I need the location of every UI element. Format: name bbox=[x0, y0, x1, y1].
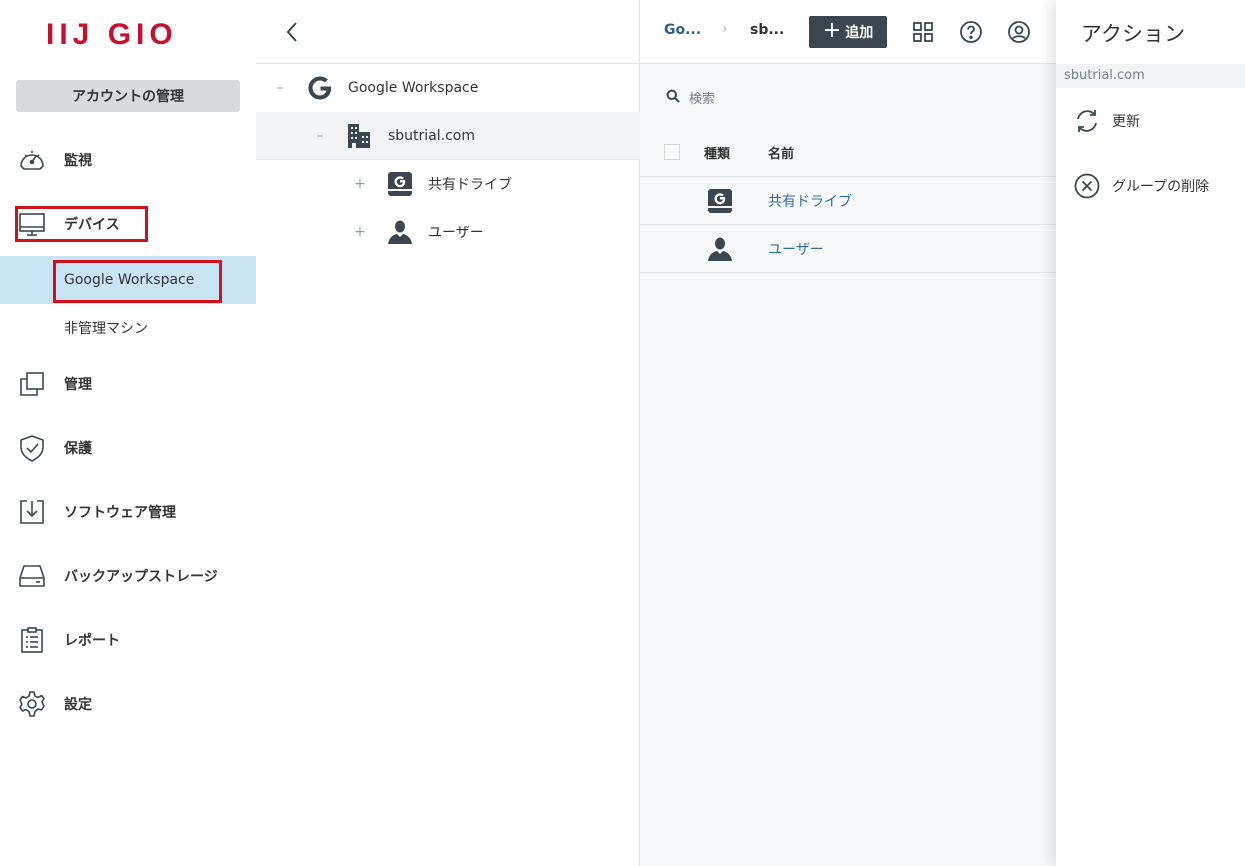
user-icon bbox=[708, 237, 732, 261]
table-row[interactable]: 共有ドライブ bbox=[640, 177, 1056, 225]
sidebar-item-management[interactable]: 管理 bbox=[0, 360, 256, 408]
chevron-left-icon[interactable] bbox=[280, 18, 304, 46]
tree-expand-toggle[interactable]: + bbox=[354, 176, 366, 192]
sidebar-item-settings[interactable]: 設定 bbox=[0, 680, 256, 728]
sidebar-subitem-unmanaged-machines[interactable]: 非管理マシン bbox=[0, 304, 256, 352]
sidebar-item-label: 設定 bbox=[64, 697, 92, 713]
breadcrumb-item[interactable]: Go... bbox=[664, 22, 701, 38]
add-button[interactable]: + 追加 bbox=[809, 16, 887, 48]
breadcrumb-item[interactable]: sb... bbox=[750, 22, 784, 38]
sidebar-item-label: ソフトウェア管理 bbox=[64, 505, 176, 521]
tree-expand-toggle[interactable]: + bbox=[354, 224, 366, 240]
tree-node-label: 共有ドライブ bbox=[428, 177, 512, 193]
tree-node-domain[interactable]: – sbutrial.com bbox=[256, 112, 640, 160]
shared-drive-icon bbox=[708, 189, 732, 213]
drive-icon bbox=[19, 565, 45, 587]
search-input[interactable]: 検索 bbox=[689, 88, 715, 107]
sidebar: IIJ GIO アカウントの管理 監視 デバイス Google Workspac… bbox=[0, 0, 256, 866]
action-panel-subtitle: sbutrial.com bbox=[1056, 64, 1245, 88]
breadcrumb-separator: › bbox=[722, 21, 728, 37]
tree-node-shared-drive[interactable]: + 共有ドライブ bbox=[256, 160, 640, 208]
building-icon bbox=[348, 124, 370, 148]
column-header-name[interactable]: 名前 bbox=[768, 143, 794, 162]
help-icon[interactable] bbox=[959, 20, 983, 44]
software-download-icon bbox=[20, 500, 44, 524]
sidebar-item-protection[interactable]: 保護 bbox=[0, 424, 256, 472]
plus-icon: + bbox=[822, 18, 842, 43]
gauge-icon bbox=[20, 151, 44, 170]
search-icon bbox=[666, 89, 680, 103]
add-button-label: 追加 bbox=[845, 25, 874, 41]
sidebar-item-label: バックアップストレージ bbox=[64, 569, 218, 585]
gear-icon bbox=[19, 691, 45, 717]
row-name-link[interactable]: 共有ドライブ bbox=[768, 191, 852, 211]
column-header-type[interactable]: 種類 bbox=[704, 143, 730, 162]
highlight-box bbox=[15, 206, 148, 242]
tree-node-label: Google Workspace bbox=[348, 80, 479, 96]
action-delete-group[interactable]: グループの削除 bbox=[1056, 162, 1245, 210]
account-management-button[interactable]: アカウントの管理 bbox=[16, 80, 240, 112]
table-row[interactable]: ユーザー bbox=[640, 225, 1056, 273]
top-bar: Go... › sb... + 追加 bbox=[640, 0, 1056, 64]
main-content: Go... › sb... + 追加 検索 種類 名前 共有ドライブ ユーザー bbox=[640, 0, 1056, 866]
shared-drive-icon bbox=[388, 172, 412, 196]
sidebar-item-software-management[interactable]: ソフトウェア管理 bbox=[0, 488, 256, 536]
shield-check-icon bbox=[20, 435, 44, 462]
tree-header bbox=[256, 0, 640, 64]
copy-squares-icon bbox=[20, 372, 44, 396]
action-panel-title: アクション bbox=[1081, 22, 1185, 46]
user-icon bbox=[388, 220, 412, 244]
brand-logo[interactable]: IIJ GIO bbox=[46, 18, 178, 52]
tree-node-users[interactable]: + ユーザー bbox=[256, 208, 640, 256]
delete-circle-x-icon bbox=[1074, 173, 1100, 199]
clipboard-icon bbox=[21, 627, 43, 653]
sidebar-item-label: 管理 bbox=[64, 377, 92, 393]
table-header: 種類 名前 bbox=[640, 128, 1056, 177]
tree-collapse-toggle[interactable]: – bbox=[314, 128, 326, 144]
sidebar-item-label: 監視 bbox=[64, 153, 92, 169]
tree-node-google-workspace[interactable]: – Google Workspace bbox=[256, 64, 640, 112]
action-label: 更新 bbox=[1112, 114, 1140, 130]
sidebar-item-backup-storage[interactable]: バックアップストレージ bbox=[0, 552, 256, 600]
sidebar-item-label: 保護 bbox=[64, 441, 92, 457]
refresh-icon bbox=[1077, 110, 1097, 132]
grid-apps-icon[interactable] bbox=[911, 20, 935, 44]
row-name-link[interactable]: ユーザー bbox=[768, 239, 824, 259]
select-all-checkbox[interactable] bbox=[664, 144, 680, 160]
action-refresh[interactable]: 更新 bbox=[1056, 97, 1245, 145]
action-label: グループの削除 bbox=[1112, 179, 1210, 195]
sidebar-item-monitoring[interactable]: 監視 bbox=[0, 136, 256, 184]
google-g-icon bbox=[308, 76, 332, 100]
tree-node-label: ユーザー bbox=[428, 225, 484, 241]
sidebar-item-label: 非管理マシン bbox=[64, 321, 148, 337]
tree-panel: – Google Workspace – sbutrial.com + 共有ドラ… bbox=[256, 0, 640, 866]
sidebar-item-reports[interactable]: レポート bbox=[0, 616, 256, 664]
action-panel: アクション sbutrial.com 更新 グループの削除 bbox=[1056, 0, 1245, 866]
sidebar-item-label: レポート bbox=[64, 633, 120, 649]
tree-node-label: sbutrial.com bbox=[388, 127, 476, 144]
user-account-icon[interactable] bbox=[1007, 20, 1031, 44]
highlight-box bbox=[53, 260, 222, 303]
tree-collapse-toggle[interactable]: – bbox=[274, 80, 286, 96]
